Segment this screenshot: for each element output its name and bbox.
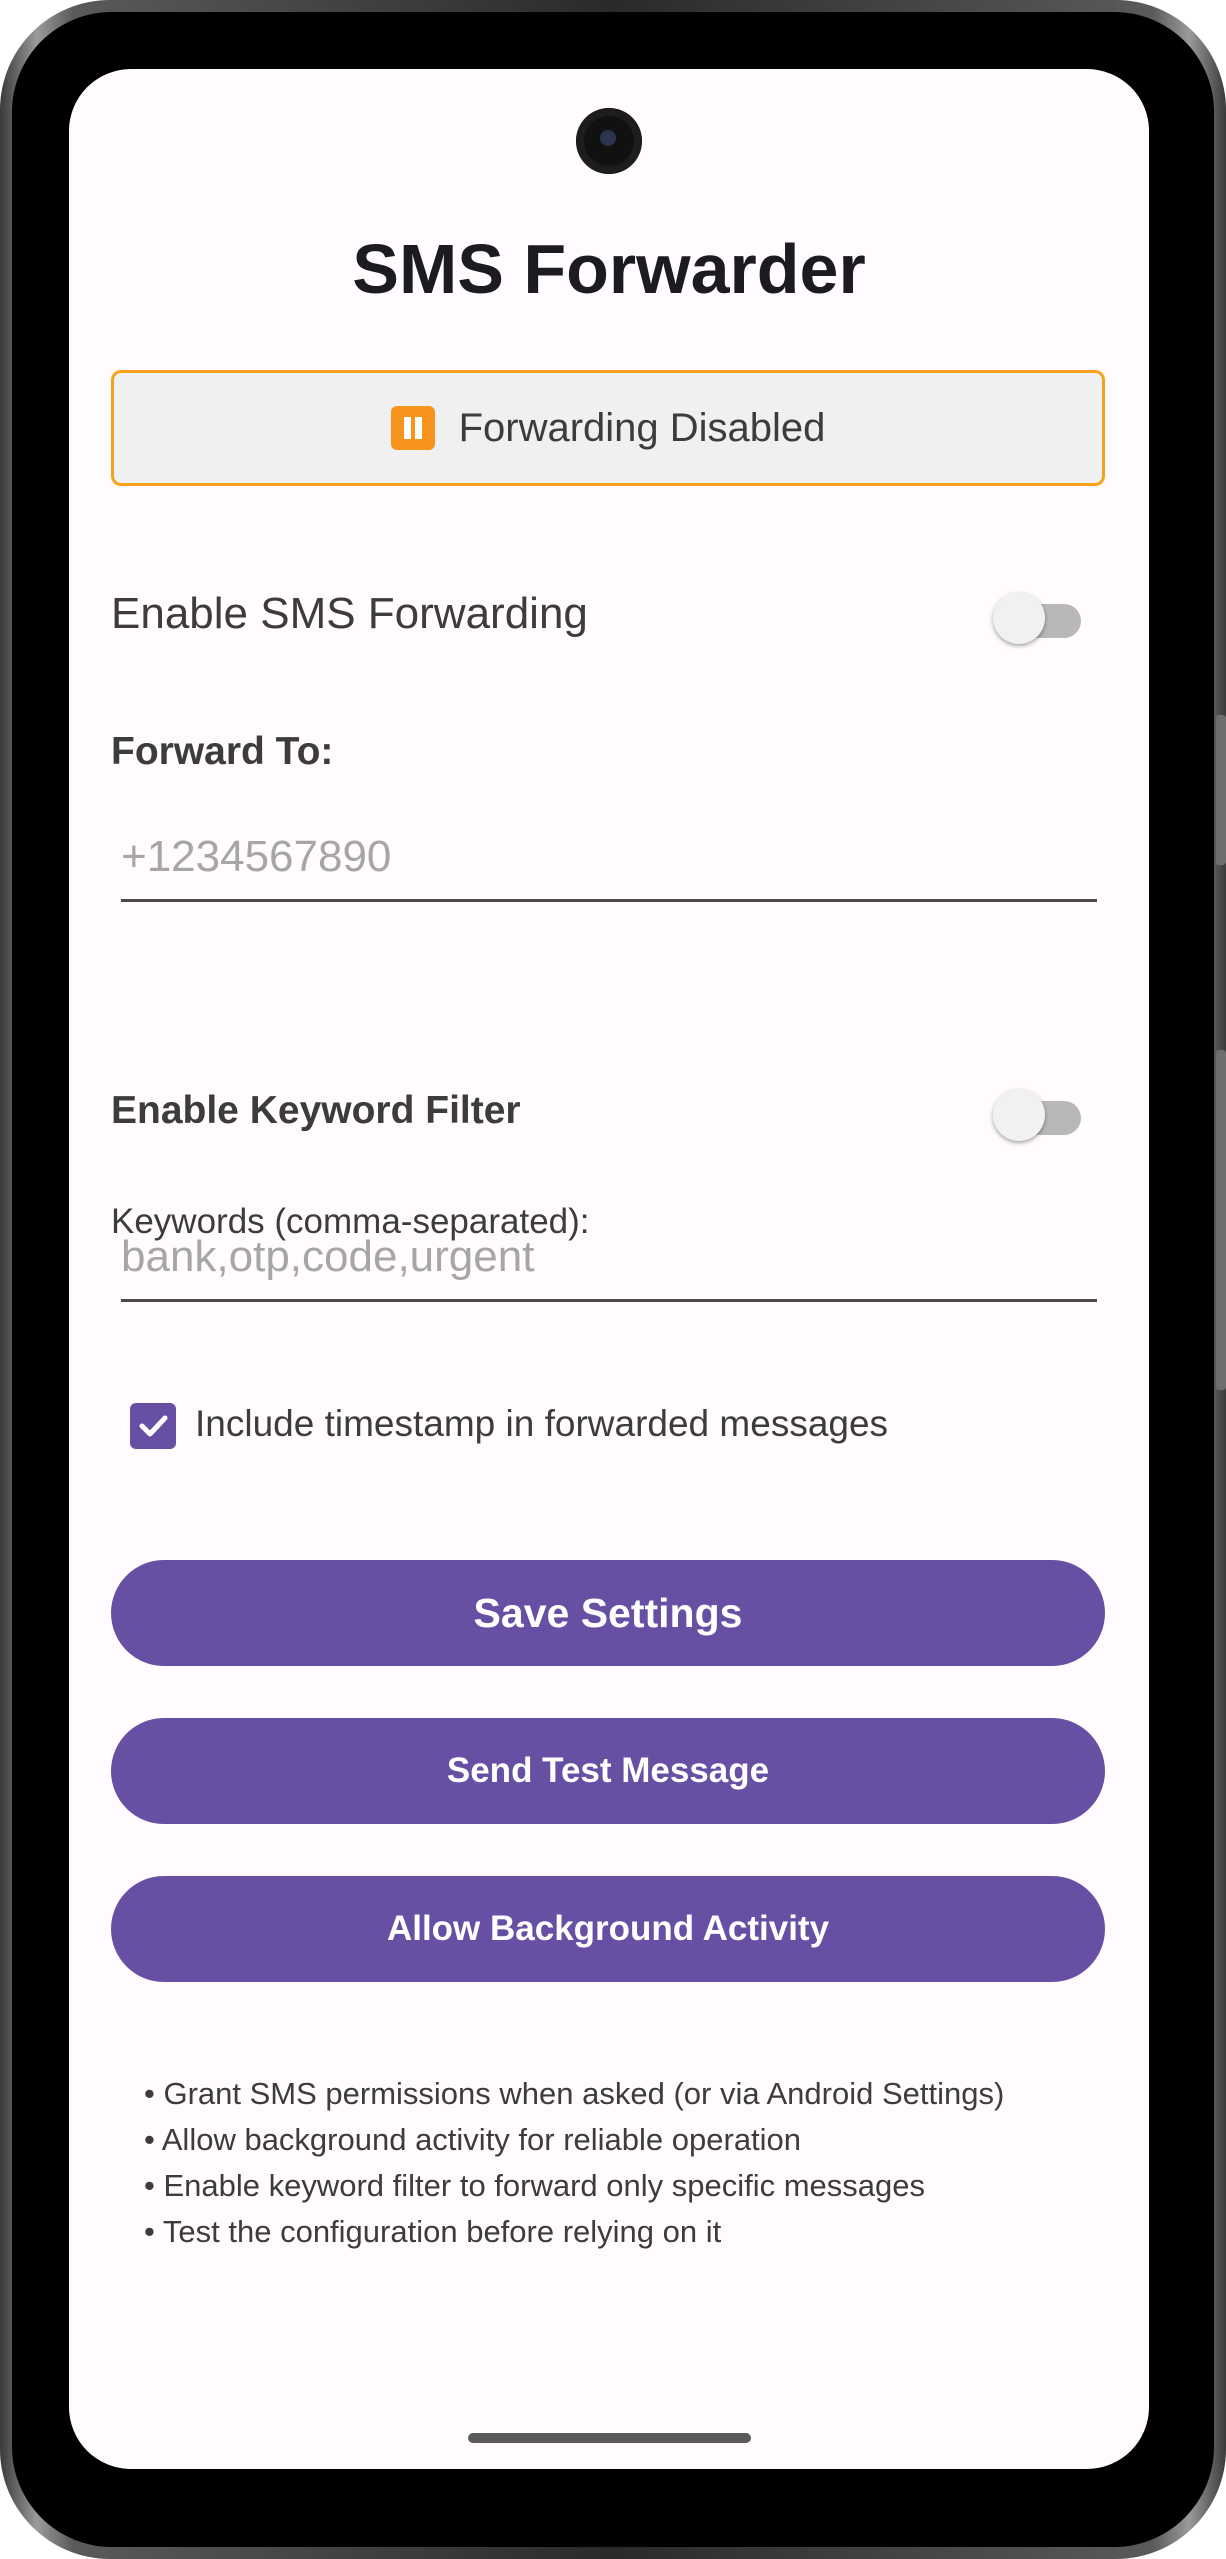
keyword-filter-toggle[interactable]	[993, 1089, 1081, 1141]
tip-item: • Test the configuration before relying …	[144, 2214, 722, 2249]
tip-item: • Enable keyword filter to forward only …	[144, 2168, 926, 2203]
toggle-thumb	[993, 1089, 1045, 1141]
app-screen: SMS Forwarder Forwarding Disabled Enable…	[69, 69, 1149, 2469]
keywords-input[interactable]	[121, 1227, 1081, 1287]
app-title: SMS Forwarder	[352, 230, 866, 308]
keywords-field	[121, 1219, 1097, 1302]
forwarding-status-banner: Forwarding Disabled	[111, 370, 1105, 486]
volume-button	[1216, 1050, 1226, 1390]
front-camera	[576, 108, 642, 174]
check-icon	[139, 1415, 168, 1437]
forward-to-label: Forward To:	[111, 730, 334, 773]
save-settings-button[interactable]: Save Settings	[111, 1560, 1105, 1666]
phone-frame: SMS Forwarder Forwarding Disabled Enable…	[0, 0, 1226, 2559]
keyword-filter-label: Enable Keyword Filter	[111, 1089, 521, 1132]
allow-background-activity-button[interactable]: Allow Background Activity	[111, 1876, 1105, 1982]
phone-number-field	[121, 819, 1097, 902]
gesture-navigation-bar[interactable]	[468, 2433, 751, 2443]
forwarding-toggle[interactable]	[993, 592, 1081, 644]
status-text: Forwarding Disabled	[458, 405, 826, 450]
phone-number-input[interactable]	[121, 827, 1081, 887]
power-button	[1216, 715, 1226, 865]
tip-item: • Allow background activity for reliable…	[144, 2122, 802, 2157]
tips-list: • Grant SMS permissions when asked (or v…	[144, 2071, 1104, 2255]
timestamp-label: Include timestamp in forwarded messages	[195, 1403, 889, 1444]
timestamp-checkbox[interactable]	[130, 1403, 176, 1449]
enable-forwarding-label: Enable SMS Forwarding	[111, 589, 588, 638]
toggle-thumb	[993, 592, 1045, 644]
tip-item: • Grant SMS permissions when asked (or v…	[144, 2076, 1005, 2111]
send-test-message-button[interactable]: Send Test Message	[111, 1718, 1105, 1824]
pause-icon	[390, 406, 435, 450]
